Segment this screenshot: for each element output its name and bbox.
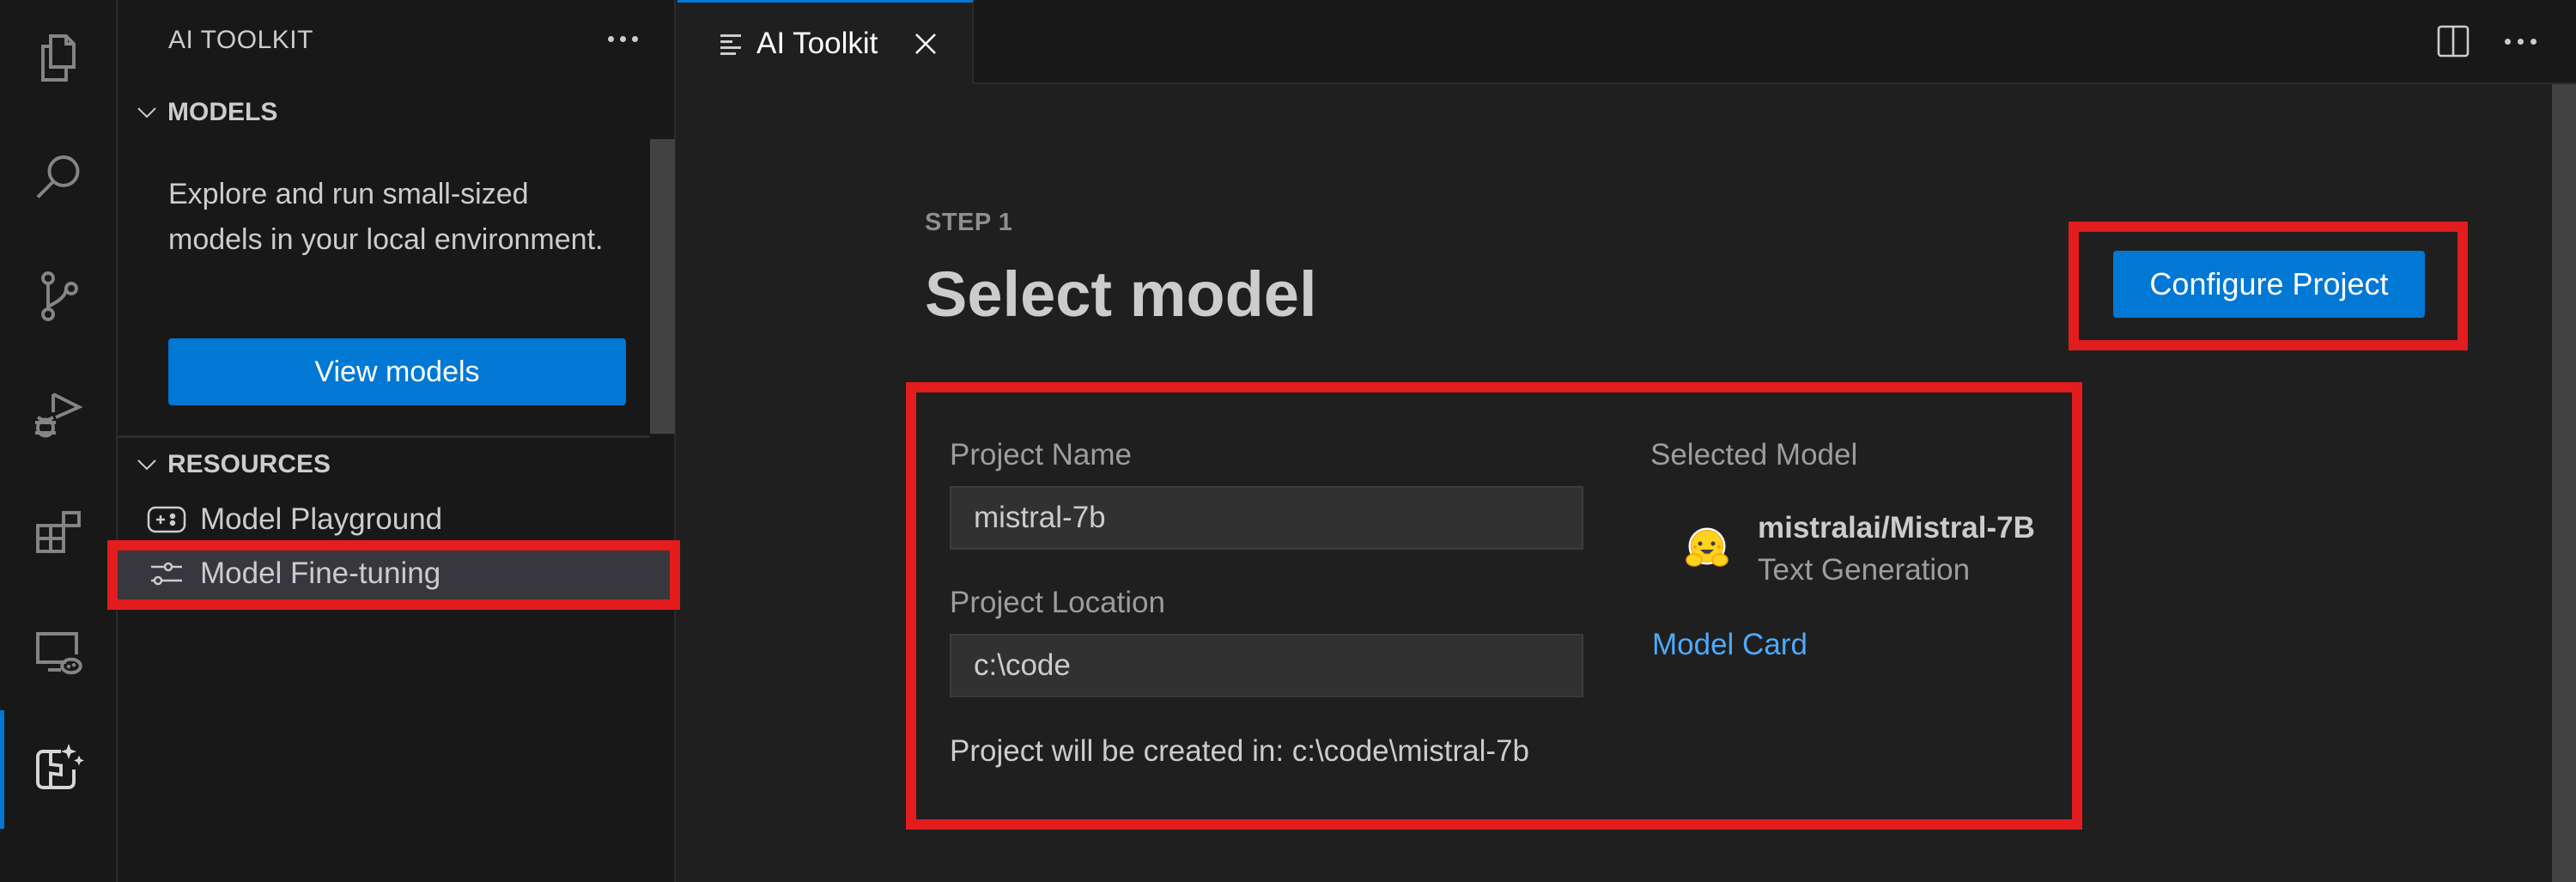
search-icon (36, 155, 79, 198)
split-editor-button[interactable] (2434, 22, 2472, 60)
more-icon (2504, 38, 2511, 45)
activity-search[interactable] (0, 119, 116, 237)
section-label: MODELS (167, 98, 278, 126)
models-description: Explore and run small-sized models in yo… (168, 178, 604, 256)
chevron-down-icon (130, 447, 164, 482)
preview-icon (720, 33, 741, 55)
activity-explorer[interactable] (0, 0, 116, 119)
editor-tab-bar: AI Toolkit (677, 0, 2576, 84)
activity-run-debug[interactable] (0, 356, 116, 474)
sliders-icon (145, 557, 188, 591)
sidebar-more-actions-button[interactable] (598, 19, 647, 58)
resource-item-label: Model Fine-tuning (200, 557, 441, 590)
gamepad-icon (145, 502, 188, 537)
project-name-input[interactable] (950, 486, 1583, 550)
sidebar: AI TOOLKIT MODELS Explore and run small-… (118, 0, 676, 882)
sidebar-scrollbar[interactable] (650, 139, 675, 434)
tab-label: AI Toolkit (756, 26, 878, 60)
files-icon (40, 34, 76, 82)
activity-source-control[interactable] (0, 237, 116, 356)
configure-project-button[interactable]: Configure Project (2113, 251, 2425, 318)
split-editor-icon (2437, 25, 2470, 58)
section-header-resources[interactable]: RESOURCES (118, 443, 650, 486)
remote-explorer-icon (35, 632, 82, 675)
project-location-label: Project Location (950, 586, 1165, 619)
extensions-icon (35, 511, 81, 553)
selected-model-task: Text Generation (1758, 553, 1971, 587)
activity-ai-toolkit[interactable] (0, 710, 116, 829)
activity-extensions[interactable] (0, 474, 116, 593)
section-label: RESOURCES (167, 450, 331, 478)
source-control-icon (40, 271, 78, 321)
section-header-models[interactable]: MODELS (118, 91, 650, 134)
step-label: STEP 1 (925, 209, 1013, 236)
selected-model-name: mistralai/Mistral-7B (1758, 511, 2035, 544)
selected-model-label: Selected Model (1650, 438, 1858, 471)
project-location-input[interactable] (950, 634, 1583, 697)
view-models-button[interactable]: View models (168, 338, 626, 405)
tab-ai-toolkit[interactable]: AI Toolkit (677, 0, 974, 84)
editor-scrollbar[interactable] (2552, 84, 2576, 882)
resource-item-model-playground[interactable]: Model Playground (118, 493, 671, 546)
ai-toolkit-icon (35, 744, 84, 789)
page-title: Select model (925, 259, 1317, 330)
run-debug-icon (34, 392, 83, 438)
sidebar-title: AI TOOLKIT (168, 26, 313, 54)
project-name-label: Project Name (950, 438, 1133, 471)
section-divider (118, 435, 650, 438)
activity-remote-explorer[interactable] (0, 593, 116, 711)
editor-more-actions-button[interactable] (2499, 22, 2542, 60)
chevron-down-icon (130, 95, 164, 130)
model-card-link[interactable]: Model Card (1652, 628, 1807, 662)
resource-item-label: Model Playground (200, 502, 443, 536)
activity-bar (0, 0, 118, 882)
project-path-preview: Project will be created in: c:\code\mist… (950, 734, 1529, 768)
more-icon (607, 35, 614, 42)
hugging-face-icon (1686, 527, 1728, 567)
close-icon[interactable] (910, 28, 941, 59)
resource-item-model-fine-tuning[interactable]: Model Fine-tuning (118, 547, 671, 600)
